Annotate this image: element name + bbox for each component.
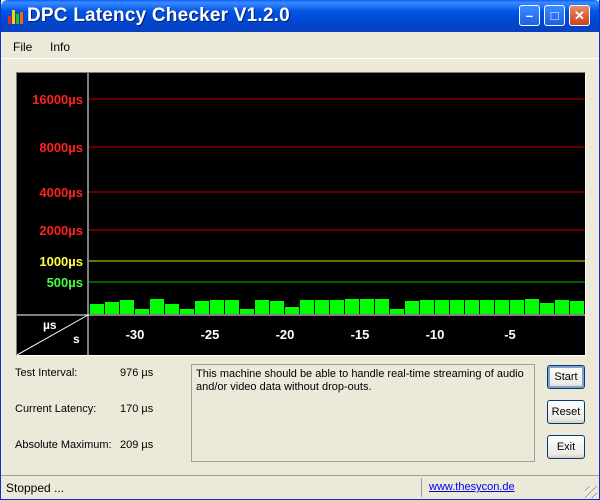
latency-bar xyxy=(255,300,269,314)
status-bar: Stopped ... www.thesycon.de xyxy=(1,475,599,499)
current-latency-label: Current Latency: xyxy=(15,403,97,415)
absolute-maximum-label: Absolute Maximum: xyxy=(15,439,112,451)
menu-file[interactable]: File xyxy=(13,40,32,54)
minimize-icon[interactable]: – xyxy=(519,5,540,26)
reset-button[interactable]: Reset xyxy=(547,400,585,424)
website-link[interactable]: www.thesycon.de xyxy=(429,481,515,493)
app-window: DPC Latency Checker V1.2.0 – □ ✕ File In… xyxy=(0,0,600,500)
y-tick-label-5: 500µs xyxy=(47,275,83,290)
corner-unit-s: s xyxy=(73,332,80,346)
maximize-icon[interactable]: □ xyxy=(544,5,565,26)
latency-bar xyxy=(495,300,509,314)
latency-bar xyxy=(420,300,434,314)
latency-bar xyxy=(240,309,254,314)
exit-button[interactable]: Exit xyxy=(547,435,585,459)
latency-bar xyxy=(345,299,359,314)
latency-bar xyxy=(525,299,539,314)
latency-bar xyxy=(90,304,104,314)
status-separator xyxy=(421,478,422,497)
x-tick-label-4: -10 xyxy=(426,327,445,342)
latency-bar xyxy=(360,299,374,314)
latency-bar xyxy=(465,300,479,314)
latency-bar xyxy=(270,301,284,314)
latency-bar xyxy=(225,300,239,314)
menu-info[interactable]: Info xyxy=(50,40,70,54)
status-message-box: This machine should be able to handle re… xyxy=(191,364,535,462)
latency-bar xyxy=(480,300,494,314)
latency-bar xyxy=(300,300,314,314)
latency-bar xyxy=(405,301,419,314)
latency-bar xyxy=(570,301,584,314)
latency-bar xyxy=(540,303,554,314)
latency-bar xyxy=(195,301,209,314)
latency-bar xyxy=(105,302,119,314)
latency-bar xyxy=(180,309,194,314)
latency-graph: µs s 16000µs 8000µs 4000µs 2000µs 1000µs 500µ… xyxy=(16,72,586,356)
status-text: Stopped ... xyxy=(6,481,65,495)
latency-bar xyxy=(150,299,164,314)
title-bar[interactable]: DPC Latency Checker V1.2.0 – □ ✕ xyxy=(1,0,599,32)
x-tick-label-0: -30 xyxy=(126,327,145,342)
y-tick-label-4: 1000µs xyxy=(39,254,83,269)
x-tick-label-5: -5 xyxy=(504,327,516,342)
latency-graph-svg: µs s 16000µs 8000µs 4000µs 2000µs 1000µs 500µ… xyxy=(17,73,585,355)
latency-bar xyxy=(315,300,329,314)
latency-bar xyxy=(330,300,344,314)
start-button[interactable]: Start xyxy=(547,365,585,389)
x-tick-label-1: -25 xyxy=(201,327,220,342)
y-tick-label-2: 4000µs xyxy=(39,185,83,200)
latency-bar xyxy=(285,307,299,314)
latency-bar xyxy=(135,309,149,314)
menu-bar: File Info xyxy=(1,36,599,56)
app-icon xyxy=(7,8,23,24)
latency-bar xyxy=(555,300,569,314)
latency-bar xyxy=(210,300,224,314)
latency-bar xyxy=(165,304,179,314)
absolute-maximum-value: 209 µs xyxy=(120,439,154,451)
x-tick-label-2: -20 xyxy=(276,327,295,342)
latency-bar xyxy=(375,299,389,314)
window-title: DPC Latency Checker V1.2.0 xyxy=(27,5,290,26)
close-icon[interactable]: ✕ xyxy=(569,5,590,26)
y-tick-label-1: 8000µs xyxy=(39,140,83,155)
y-tick-label-0: 16000µs xyxy=(32,92,83,107)
test-interval-label: Test Interval: xyxy=(15,367,78,379)
resize-grip-icon[interactable] xyxy=(585,486,597,498)
latency-bar xyxy=(120,300,134,314)
menu-divider xyxy=(1,58,599,59)
latency-bar xyxy=(390,309,404,314)
test-interval-value: 976 µs xyxy=(120,367,154,379)
x-tick-label-3: -15 xyxy=(351,327,370,342)
y-tick-label-3: 2000µs xyxy=(39,223,83,238)
latency-bar xyxy=(435,300,449,314)
latency-bar xyxy=(450,300,464,314)
latency-bar xyxy=(510,300,524,314)
corner-unit-us: µs xyxy=(43,318,57,332)
current-latency-value: 170 µs xyxy=(120,403,154,415)
